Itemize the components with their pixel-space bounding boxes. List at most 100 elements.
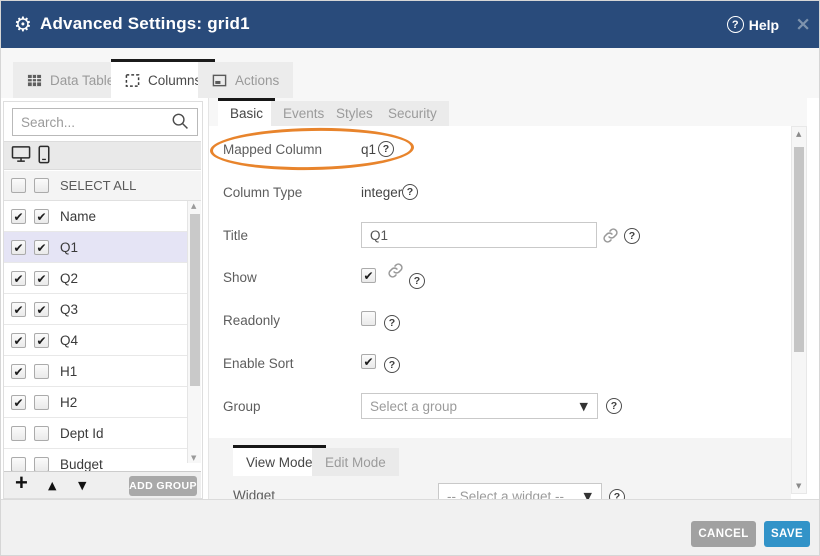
tab-edit-mode[interactable]: Edit Mode	[312, 448, 399, 476]
readonly-checkbox[interactable]	[361, 311, 376, 326]
mobile-icon[interactable]	[37, 145, 51, 164]
desktop-icon[interactable]	[11, 145, 32, 164]
column-type-value: integer	[361, 185, 402, 200]
tab-actions[interactable]: Actions	[198, 62, 293, 98]
tab-label: Data Table	[50, 73, 114, 88]
list-item[interactable]: Budget	[4, 449, 187, 471]
scroll-up-icon[interactable]: ▲	[191, 202, 196, 210]
show-label: Show	[223, 270, 257, 285]
cancel-button[interactable]: CANCEL	[691, 521, 756, 547]
header-actions: ? Help ×	[727, 1, 811, 48]
select-all-mobile-checkbox[interactable]	[34, 178, 49, 193]
list-item[interactable]: Dept Id	[4, 418, 187, 449]
close-icon[interactable]: ×	[795, 15, 811, 34]
list-item[interactable]: ✔ ✔ Q3	[4, 294, 187, 325]
mobile-checkbox[interactable]: ✔	[34, 271, 49, 286]
column-label: Name	[60, 209, 96, 224]
advanced-settings-dialog: ⚙ Advanced Settings: grid1 ? Help × Data…	[0, 0, 820, 556]
group-select[interactable]: Select a group ▼	[361, 393, 598, 419]
column-type-help-icon[interactable]: ?	[402, 184, 418, 200]
show-checkbox[interactable]: ✔	[361, 268, 376, 283]
move-up-button[interactable]: ▲	[48, 479, 56, 492]
mobile-checkbox[interactable]: ✔	[34, 333, 49, 348]
table-icon	[27, 73, 42, 88]
columns-icon	[125, 73, 140, 88]
mobile-checkbox[interactable]	[34, 457, 49, 472]
sidebar-toolbar: + ▲ ▼ ADD GROUP	[4, 471, 201, 498]
tab-label: Columns	[148, 73, 201, 88]
show-help-icon[interactable]: ?	[409, 273, 425, 289]
title-input[interactable]	[361, 222, 597, 248]
dialog-header: ⚙ Advanced Settings: grid1 ? Help ×	[1, 1, 820, 48]
list-item[interactable]: ✔ H2	[4, 387, 187, 418]
readonly-label: Readonly	[223, 313, 280, 328]
list-item[interactable]: ✔ ✔ Q4	[4, 325, 187, 356]
list-item[interactable]: ✔ ✔ Name	[4, 201, 187, 232]
group-select-value: Select a group	[370, 399, 457, 414]
scrollbar-thumb[interactable]	[794, 147, 804, 352]
title-label: Title	[223, 228, 248, 243]
link-icon[interactable]	[602, 227, 619, 244]
desktop-checkbox[interactable]: ✔	[11, 240, 26, 255]
actions-icon	[212, 73, 227, 88]
scroll-down-icon[interactable]: ▼	[191, 454, 196, 462]
desktop-checkbox[interactable]: ✔	[11, 364, 26, 379]
list-item[interactable]: ✔ ✔ Q2	[4, 263, 187, 294]
column-label: Budget	[60, 457, 103, 472]
column-label: Q1	[60, 240, 78, 255]
dialog-title: Advanced Settings: grid1	[40, 14, 250, 34]
mobile-checkbox[interactable]: ✔	[34, 302, 49, 317]
column-label: H1	[60, 364, 77, 379]
save-button[interactable]: SAVE	[764, 521, 810, 547]
mobile-checkbox[interactable]	[34, 364, 49, 379]
tab-label: Actions	[235, 73, 279, 88]
mobile-checkbox[interactable]	[34, 426, 49, 441]
mobile-checkbox[interactable]: ✔	[34, 209, 49, 224]
desktop-checkbox[interactable]: ✔	[11, 209, 26, 224]
desktop-checkbox[interactable]: ✔	[11, 333, 26, 348]
list-item[interactable]: ✔ ✔ Q1	[4, 232, 187, 263]
tab-security[interactable]: Security	[376, 101, 449, 126]
desktop-checkbox[interactable]	[11, 426, 26, 441]
desktop-checkbox[interactable]: ✔	[11, 271, 26, 286]
column-list: ✔ ✔ Name ✔ ✔ Q1 ✔ ✔ Q2 ✔ ✔ Q3 ✔ ✔ Q4 ✔ H1 ✔ H2 Dept Id Budge…	[4, 201, 187, 471]
help-link[interactable]: Help	[749, 17, 779, 33]
enable-sort-checkbox[interactable]: ✔	[361, 354, 376, 369]
enable-sort-help-icon[interactable]: ?	[384, 357, 400, 373]
link-icon[interactable]	[387, 262, 404, 279]
gear-icon: ⚙	[14, 12, 32, 36]
add-column-button[interactable]: +	[15, 470, 28, 496]
column-label: Q3	[60, 302, 78, 317]
search-icon[interactable]	[171, 112, 190, 131]
move-down-button[interactable]: ▼	[78, 479, 86, 492]
scroll-down-icon[interactable]: ▼	[796, 482, 801, 490]
enable-sort-label: Enable Sort	[223, 356, 294, 371]
select-all-desktop-checkbox[interactable]	[11, 178, 26, 193]
mobile-checkbox[interactable]	[34, 395, 49, 410]
scroll-up-icon[interactable]: ▲	[796, 130, 801, 138]
panel-scrollbar[interactable]: ▲ ▼	[791, 126, 807, 494]
title-help-icon[interactable]: ?	[624, 228, 640, 244]
list-item[interactable]: ✔ H1	[4, 356, 187, 387]
sidebar-scrollbar[interactable]: ▲ ▼	[187, 201, 201, 463]
select-all-label: SELECT ALL	[60, 178, 136, 193]
column-label: Q4	[60, 333, 78, 348]
dialog-footer: CANCEL SAVE	[1, 499, 820, 556]
group-help-icon[interactable]: ?	[606, 398, 622, 414]
column-label: Dept Id	[60, 426, 104, 441]
mobile-checkbox[interactable]: ✔	[34, 240, 49, 255]
group-label: Group	[223, 399, 261, 414]
column-type-label: Column Type	[223, 185, 302, 200]
readonly-help-icon[interactable]: ?	[384, 315, 400, 331]
desktop-checkbox[interactable]: ✔	[11, 302, 26, 317]
column-label: H2	[60, 395, 77, 410]
desktop-checkbox[interactable]	[11, 457, 26, 472]
chevron-down-icon: ▼	[580, 400, 588, 413]
column-label: Q2	[60, 271, 78, 286]
help-icon[interactable]: ?	[727, 16, 744, 33]
tab-basic[interactable]: Basic	[218, 98, 275, 126]
add-group-button[interactable]: ADD GROUP	[129, 476, 197, 496]
device-filter-row	[4, 141, 201, 170]
desktop-checkbox[interactable]: ✔	[11, 395, 26, 410]
scrollbar-thumb[interactable]	[190, 214, 200, 386]
